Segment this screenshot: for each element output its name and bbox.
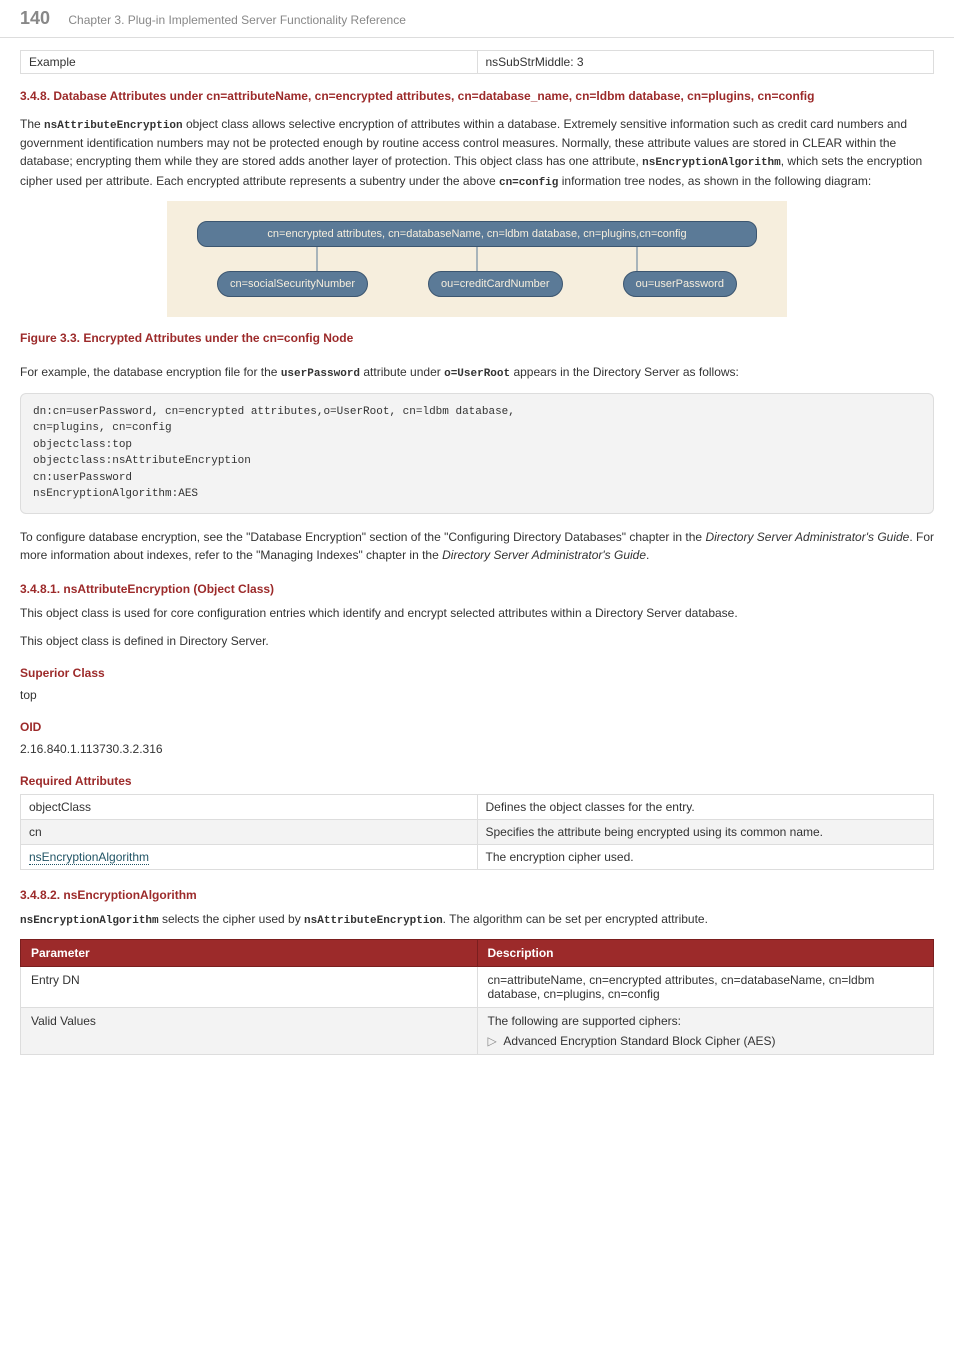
attr-desc: The encryption cipher used. bbox=[477, 844, 934, 869]
attr-name: cn bbox=[21, 819, 478, 844]
oid-value: 2.16.840.1.113730.3.2.316 bbox=[20, 740, 934, 758]
example-table: Example nsSubStrMiddle: 3 bbox=[20, 50, 934, 74]
code-block-ldif: dn:cn=userPassword, cn=encrypted attribu… bbox=[20, 393, 934, 514]
oid-heading: OID bbox=[20, 720, 934, 734]
superior-class-heading: Superior Class bbox=[20, 666, 934, 680]
em-admin-guide-2: Directory Server Administrator's Guide bbox=[442, 548, 646, 562]
page-content: Example nsSubStrMiddle: 3 3.4.8. Databas… bbox=[0, 38, 954, 1085]
param-header-description: Description bbox=[477, 940, 934, 967]
attr-name: nsEncryptionAlgorithm bbox=[21, 844, 478, 869]
diagram-node-credit: ou=creditCardNumber bbox=[428, 271, 563, 297]
attr-name: objectClass bbox=[21, 794, 478, 819]
param-desc: cn=attributeName, cn=encrypted attribute… bbox=[477, 967, 934, 1008]
diagram-connectors bbox=[197, 247, 757, 271]
diagram-node-password: ou=userPassword bbox=[623, 271, 737, 297]
param-name: Valid Values bbox=[21, 1008, 478, 1055]
code-nsEncryptionAlgorithm: nsEncryptionAlgorithm bbox=[642, 157, 781, 169]
link-nsEncryptionAlgorithm[interactable]: nsEncryptionAlgorithm bbox=[29, 850, 149, 865]
attr-desc: Specifies the attribute being encrypted … bbox=[477, 819, 934, 844]
table-row: objectClass Defines the object classes f… bbox=[21, 794, 934, 819]
diagram-container: cn=encrypted attributes, cn=databaseName… bbox=[20, 201, 934, 317]
code-cn-config: cn=config bbox=[499, 177, 558, 189]
parameter-table: Parameter Description Entry DN cn=attrib… bbox=[20, 939, 934, 1055]
diagram-root-node: cn=encrypted attributes, cn=databaseName… bbox=[197, 221, 757, 247]
section-348-paragraph: The nsAttributeEncryption object class a… bbox=[20, 115, 934, 192]
code-userPassword: userPassword bbox=[281, 368, 360, 380]
example-label: Example bbox=[21, 51, 478, 74]
subsection-3482-heading: 3.4.8.2. nsEncryptionAlgorithm bbox=[20, 888, 934, 902]
param-header-parameter: Parameter bbox=[21, 940, 478, 967]
diagram-node-ssn: cn=socialSecurityNumber bbox=[217, 271, 368, 297]
attr-desc: Defines the object classes for the entry… bbox=[477, 794, 934, 819]
subsection-3482-paragraph: nsEncryptionAlgorithm selects the cipher… bbox=[20, 910, 934, 930]
table-row: Valid Values The following are supported… bbox=[21, 1008, 934, 1055]
code-nsEncryptionAlgorithm-2: nsEncryptionAlgorithm bbox=[20, 915, 159, 927]
chapter-title: Chapter 3. Plug-in Implemented Server Fu… bbox=[68, 13, 406, 27]
figure-caption: Figure 3.3. Encrypted Attributes under t… bbox=[20, 331, 934, 345]
bullet-icon: ▷ bbox=[488, 1034, 497, 1048]
code-o-userroot: o=UserRoot bbox=[444, 368, 510, 380]
superior-class-value: top bbox=[20, 686, 934, 704]
example-value: nsSubStrMiddle: 3 bbox=[477, 51, 934, 74]
em-admin-guide-1: Directory Server Administrator's Guide bbox=[705, 530, 909, 544]
subsection-3481-heading: 3.4.8.1. nsAttributeEncryption (Object C… bbox=[20, 582, 934, 596]
table-row: cn Specifies the attribute being encrypt… bbox=[21, 819, 934, 844]
configure-paragraph: To configure database encryption, see th… bbox=[20, 528, 934, 564]
code-nsAttributeEncryption-2: nsAttributeEncryption bbox=[304, 915, 443, 927]
subsection-3481-p1: This object class is used for core confi… bbox=[20, 604, 934, 622]
table-row: nsEncryptionAlgorithm The encryption cip… bbox=[21, 844, 934, 869]
param-desc: The following are supported ciphers: ▷ A… bbox=[477, 1008, 934, 1055]
required-attributes-heading: Required Attributes bbox=[20, 774, 934, 788]
bullet-text: Advanced Encryption Standard Block Ciphe… bbox=[503, 1034, 775, 1048]
table-row: Entry DN cn=attributeName, cn=encrypted … bbox=[21, 967, 934, 1008]
param-name: Entry DN bbox=[21, 967, 478, 1008]
required-attributes-table: objectClass Defines the object classes f… bbox=[20, 794, 934, 870]
page-number: 140 bbox=[20, 8, 50, 29]
example-intro-paragraph: For example, the database encryption fil… bbox=[20, 363, 934, 383]
code-nsAttributeEncryption: nsAttributeEncryption bbox=[44, 120, 183, 132]
page-header: 140 Chapter 3. Plug-in Implemented Serve… bbox=[0, 0, 954, 38]
section-348-heading: 3.4.8. Database Attributes under cn=attr… bbox=[20, 88, 934, 105]
diagram: cn=encrypted attributes, cn=databaseName… bbox=[167, 201, 787, 317]
subsection-3481-p2: This object class is defined in Director… bbox=[20, 632, 934, 650]
